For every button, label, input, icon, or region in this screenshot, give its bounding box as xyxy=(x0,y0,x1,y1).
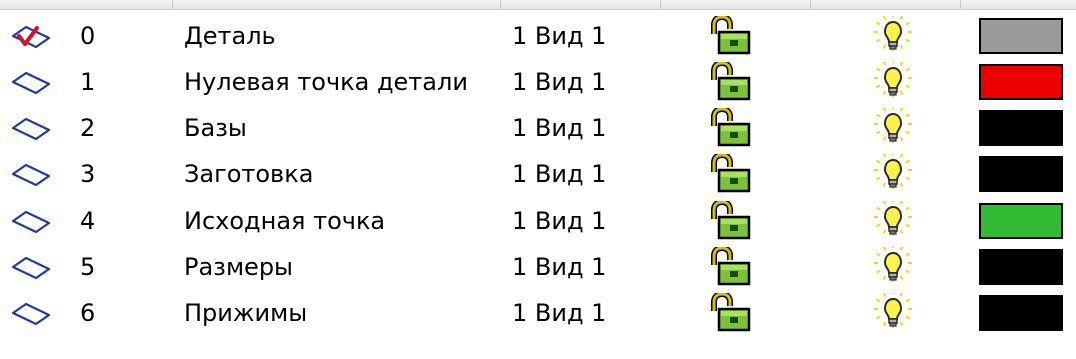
layer-name[interactable]: Исходная точка xyxy=(184,197,514,244)
color-swatch[interactable] xyxy=(979,294,1063,331)
layer-view: 1 Вид 1 xyxy=(512,159,607,188)
layer-number: 1 xyxy=(80,67,96,96)
layer-color-cell[interactable] xyxy=(976,289,1066,336)
layer-name[interactable]: Прижимы xyxy=(184,289,514,336)
layer-color-cell[interactable] xyxy=(976,58,1066,105)
layer-number: 5 xyxy=(80,252,96,281)
layer-number: 6 xyxy=(80,298,96,327)
lightbulb-icon[interactable] xyxy=(868,58,918,105)
layer-plane-icon[interactable] xyxy=(10,289,54,336)
column-header xyxy=(0,0,1076,10)
layer-plane-icon[interactable] xyxy=(10,104,54,151)
layer-number: 0 xyxy=(80,21,96,50)
layer-name[interactable]: Нулевая точка детали xyxy=(184,58,514,105)
lightbulb-icon[interactable] xyxy=(868,197,918,244)
layer-color-cell[interactable] xyxy=(976,197,1066,244)
lightbulb-icon[interactable] xyxy=(868,150,918,197)
layers-table: 0 Деталь 1 Вид 1 1 Нулевая точка детали 1 Вид… xyxy=(0,0,1076,359)
layer-plane-icon[interactable] xyxy=(10,197,54,244)
color-swatch[interactable] xyxy=(979,17,1063,54)
layer-name[interactable]: Заготовка xyxy=(184,150,514,197)
unlocked-padlock-icon[interactable] xyxy=(706,289,756,336)
layer-number: 4 xyxy=(80,206,96,235)
color-swatch[interactable] xyxy=(979,109,1063,146)
color-swatch[interactable] xyxy=(979,202,1063,239)
layer-color-cell[interactable] xyxy=(976,243,1066,290)
layer-row[interactable]: 4 Исходная точка 1 Вид 1 xyxy=(0,197,1076,244)
color-swatch[interactable] xyxy=(979,155,1063,192)
unlocked-padlock-icon[interactable] xyxy=(706,12,756,59)
layer-view: 1 Вид 1 xyxy=(512,67,607,96)
layer-number: 2 xyxy=(80,113,96,142)
layer-color-cell[interactable] xyxy=(976,104,1066,151)
unlocked-padlock-icon[interactable] xyxy=(706,243,756,290)
unlocked-padlock-icon[interactable] xyxy=(706,197,756,244)
color-swatch[interactable] xyxy=(979,248,1063,285)
layer-plane-icon[interactable] xyxy=(10,150,54,197)
layer-view: 1 Вид 1 xyxy=(512,252,607,281)
layer-name[interactable]: Базы xyxy=(184,104,514,151)
layer-plane-icon[interactable] xyxy=(10,58,54,105)
layer-row[interactable]: 6 Прижимы 1 Вид 1 xyxy=(0,289,1076,336)
layer-view: 1 Вид 1 xyxy=(512,113,607,142)
layer-view: 1 Вид 1 xyxy=(512,21,607,50)
active-layer-icon[interactable] xyxy=(10,12,54,59)
lightbulb-icon[interactable] xyxy=(868,12,918,59)
layer-color-cell[interactable] xyxy=(976,150,1066,197)
layer-row[interactable]: 1 Нулевая точка детали 1 Вид 1 xyxy=(0,58,1076,105)
layer-view: 1 Вид 1 xyxy=(512,298,607,327)
layer-color-cell[interactable] xyxy=(976,12,1066,59)
lightbulb-icon[interactable] xyxy=(868,104,918,151)
layer-number: 3 xyxy=(80,159,96,188)
layer-row[interactable]: 5 Размеры 1 Вид 1 xyxy=(0,243,1076,290)
lightbulb-icon[interactable] xyxy=(868,289,918,336)
layer-view: 1 Вид 1 xyxy=(512,206,607,235)
color-swatch[interactable] xyxy=(979,63,1063,100)
unlocked-padlock-icon[interactable] xyxy=(706,104,756,151)
layer-name[interactable]: Деталь xyxy=(184,12,514,59)
lightbulb-icon[interactable] xyxy=(868,243,918,290)
layer-row[interactable]: 0 Деталь 1 Вид 1 xyxy=(0,12,1076,59)
layer-row[interactable]: 3 Заготовка 1 Вид 1 xyxy=(0,150,1076,197)
layer-plane-icon[interactable] xyxy=(10,243,54,290)
layer-name[interactable]: Размеры xyxy=(184,243,514,290)
layer-row[interactable]: 2 Базы 1 Вид 1 xyxy=(0,104,1076,151)
unlocked-padlock-icon[interactable] xyxy=(706,58,756,105)
unlocked-padlock-icon[interactable] xyxy=(706,150,756,197)
